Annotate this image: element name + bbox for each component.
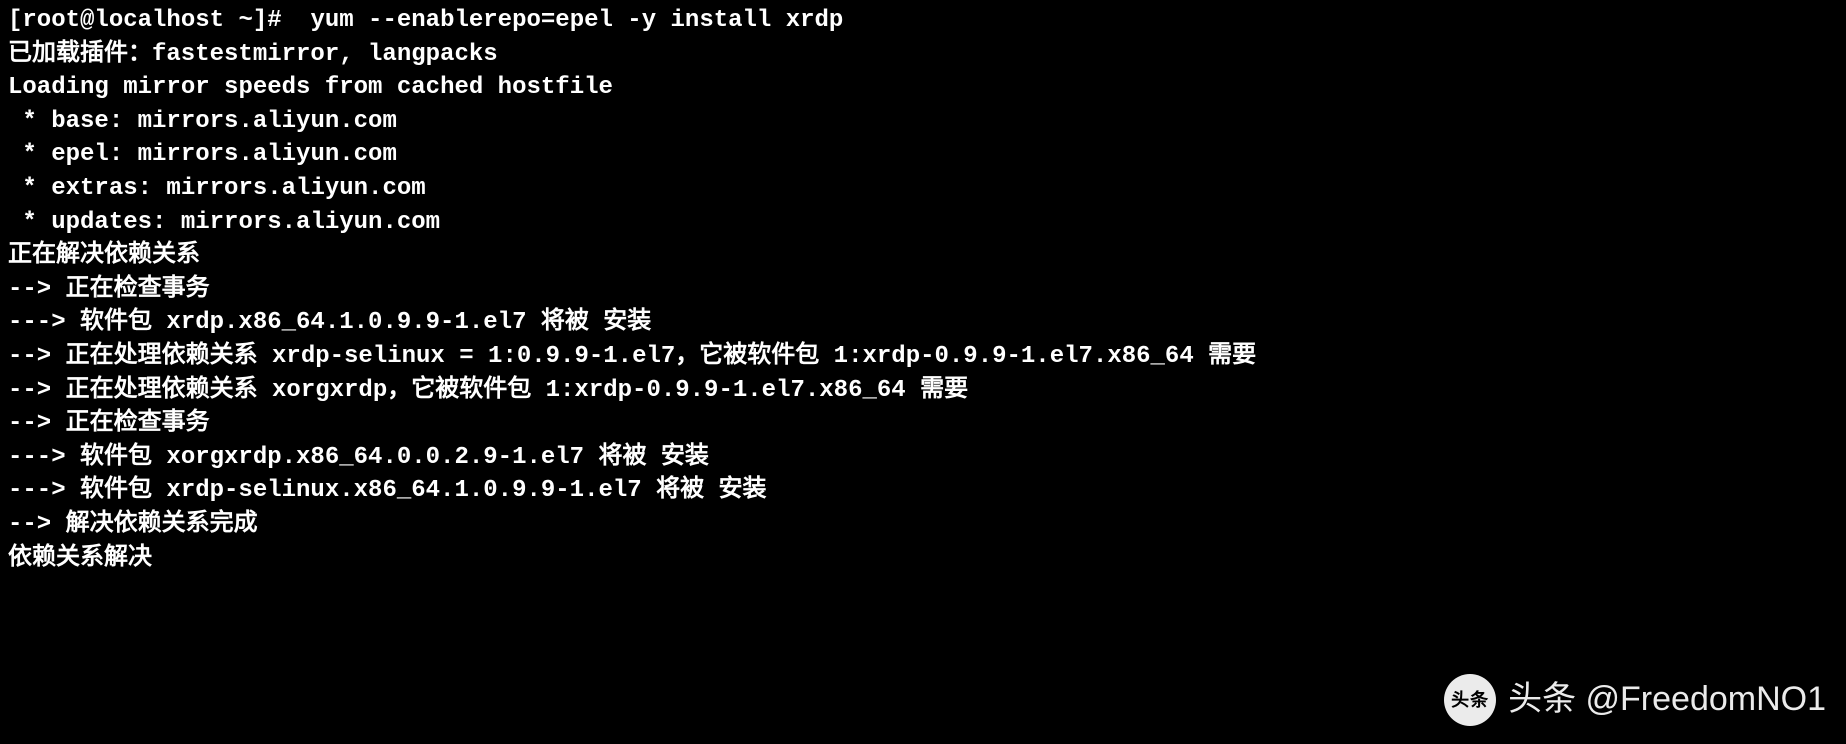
- terminal-line: --> 解决依赖关系完成: [8, 508, 1838, 542]
- watermark: 头条 头条 @FreedomNO1: [1444, 674, 1826, 726]
- terminal-line: 依赖关系解决: [8, 542, 1838, 576]
- watermark-logo-icon: 头条: [1444, 674, 1496, 726]
- terminal-line: 正在解决依赖关系: [8, 239, 1838, 273]
- terminal-line: * updates: mirrors.aliyun.com: [8, 206, 1838, 240]
- terminal-line: * extras: mirrors.aliyun.com: [8, 172, 1838, 206]
- terminal-line: --> 正在检查事务: [8, 273, 1838, 307]
- terminal-line: Loading mirror speeds from cached hostfi…: [8, 71, 1838, 105]
- terminal-line: * epel: mirrors.aliyun.com: [8, 138, 1838, 172]
- watermark-logo-text: 头条: [1451, 691, 1489, 709]
- terminal-line: ---> 软件包 xorgxrdp.x86_64.0.0.2.9-1.el7 将…: [8, 441, 1838, 475]
- terminal-line: --> 正在检查事务: [8, 407, 1838, 441]
- terminal-line: ---> 软件包 xrdp.x86_64.1.0.9.9-1.el7 将被 安装: [8, 306, 1838, 340]
- terminal-output[interactable]: [root@localhost ~]# yum --enablerepo=epe…: [8, 4, 1838, 575]
- terminal-line: [root@localhost ~]# yum --enablerepo=epe…: [8, 4, 1838, 38]
- terminal-line: ---> 软件包 xrdp-selinux.x86_64.1.0.9.9-1.e…: [8, 474, 1838, 508]
- terminal-line: 已加载插件：fastestmirror, langpacks: [8, 38, 1838, 72]
- terminal-line: --> 正在处理依赖关系 xorgxrdp，它被软件包 1:xrdp-0.9.9…: [8, 374, 1838, 408]
- watermark-text: 头条 @FreedomNO1: [1508, 676, 1826, 724]
- terminal-line: --> 正在处理依赖关系 xrdp-selinux = 1:0.9.9-1.el…: [8, 340, 1838, 374]
- terminal-line: * base: mirrors.aliyun.com: [8, 105, 1838, 139]
